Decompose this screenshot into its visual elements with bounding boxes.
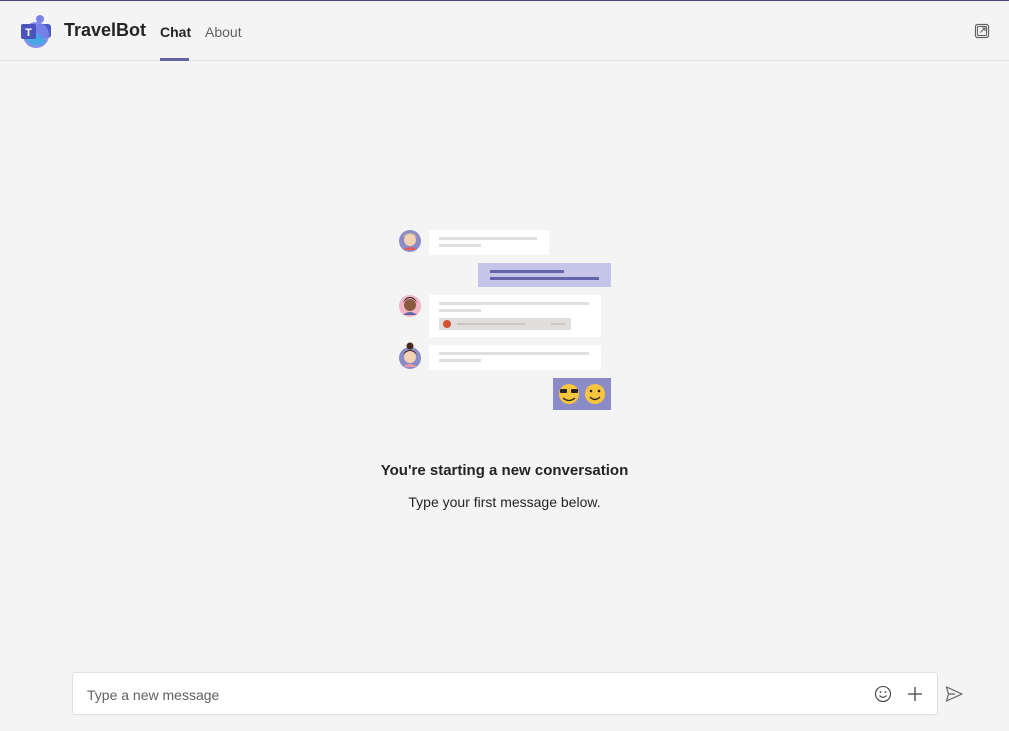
svg-text:T: T bbox=[25, 27, 32, 39]
avatar-dark-hair bbox=[399, 295, 421, 317]
app-title: TravelBot bbox=[64, 20, 147, 40]
empty-state-title: You're starting a new conversation bbox=[380, 462, 629, 479]
avatar-bun bbox=[399, 342, 421, 369]
teams-logo-icon: T bbox=[18, 13, 54, 49]
send-icon[interactable] bbox=[944, 684, 964, 704]
message-input[interactable] bbox=[85, 683, 849, 707]
app-header: T TravelBot Chat About bbox=[0, 1, 1009, 61]
empty-state-subtitle: Type your first message below. bbox=[408, 494, 601, 510]
avatar-blonde bbox=[399, 230, 421, 252]
tab-about[interactable]: About bbox=[205, 24, 242, 61]
message-composer bbox=[72, 672, 938, 715]
new-conversation-illustration bbox=[395, 225, 615, 415]
popout-icon[interactable] bbox=[974, 23, 990, 39]
emoji-icon[interactable] bbox=[874, 685, 892, 703]
tab-chat[interactable]: Chat bbox=[160, 24, 191, 61]
plus-icon[interactable] bbox=[905, 684, 925, 704]
